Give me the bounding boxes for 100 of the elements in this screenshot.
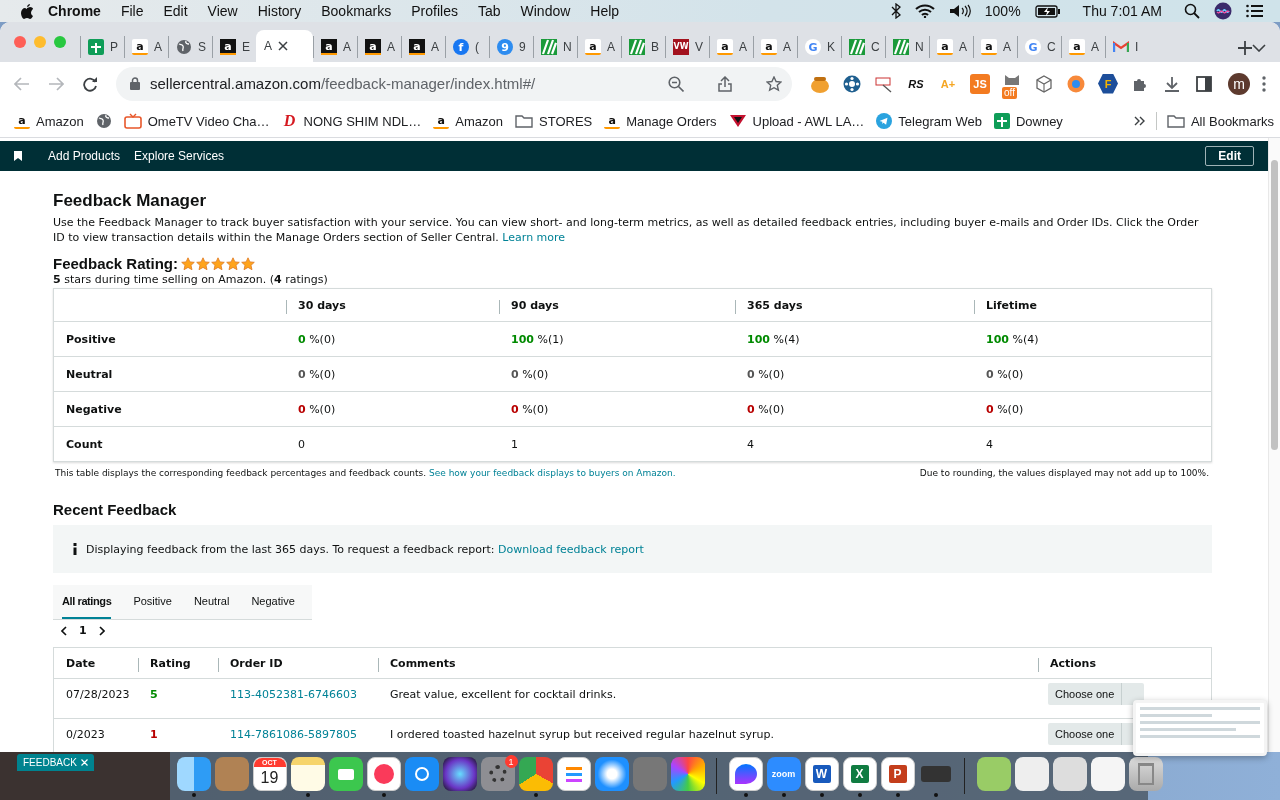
wifi-icon[interactable] [914,4,935,18]
download-report-link[interactable]: Download feedback report [497,542,644,556]
bookmark-folder[interactable]: All Bookmarks [1166,113,1274,129]
browser-tab[interactable]: A [256,30,313,62]
browser-tab[interactable]: a A [929,36,973,58]
side-panel-icon[interactable] [1196,75,1212,92]
presentation-app-icon[interactable]: P [880,757,915,791]
finder-icon[interactable] [176,757,211,791]
chevron-down-icon[interactable] [1252,44,1266,52]
bookmark[interactable]: a Amazon [14,113,84,129]
menu-item[interactable]: File [110,3,154,19]
zoom-out-icon[interactable] [668,75,684,92]
browser-tab[interactable]: a A [401,36,445,58]
feedback-tab[interactable]: FEEDBACK [17,754,94,771]
profile-avatar[interactable]: m [1228,72,1250,95]
new-tab-icon[interactable] [1238,41,1252,55]
bookmark[interactable]: Downey [993,113,1063,129]
page-number[interactable]: 1 [79,624,87,637]
menu-item[interactable]: Edit [153,3,198,19]
volume-icon[interactable] [948,4,971,18]
close-icon[interactable] [80,759,88,766]
reload-icon[interactable] [82,75,98,92]
browser-tab[interactable]: a A [313,36,357,58]
more-menu-icon[interactable] [1262,75,1266,92]
browser-tab[interactable]: a A [753,36,797,58]
scrollbar-thumb[interactable] [1271,160,1278,450]
previous-page-icon[interactable] [61,625,67,636]
more-bookmarks-icon[interactable] [1133,116,1146,126]
browser-tab[interactable]: f ( [445,36,489,58]
app-menu[interactable]: Chrome [34,3,111,19]
nav-link[interactable]: Add Products [48,149,121,163]
browser-tab[interactable]: G K [797,36,841,58]
browser-tab[interactable]: I [1105,36,1149,58]
address-bar[interactable]: sellercentral.amazon.com/feedback-manager/index.html#/ [116,66,792,101]
close-tab-icon[interactable] [278,41,288,51]
notepad-icon[interactable] [290,757,325,791]
browser-tab[interactable]: S [168,36,212,58]
browser-tab[interactable]: G C [1017,36,1061,58]
bookmark[interactable]: STORES [515,113,593,129]
menu-item[interactable]: Tab [467,3,511,19]
browser-tab[interactable]: a A [709,36,753,58]
menu-item[interactable]: Profiles [401,3,468,19]
battery-charging-icon[interactable] [1034,4,1061,18]
browser-tab[interactable]: C [841,36,885,58]
browser-tab[interactable]: a A [357,36,401,58]
search-icon[interactable] [1184,3,1200,19]
browser-tab[interactable]: a A [973,36,1017,58]
menu-item[interactable]: Bookmarks [311,3,402,19]
menu-item[interactable]: Window [510,3,581,19]
bookmark-star-icon[interactable] [766,75,782,92]
video-camera-icon[interactable] [328,757,363,791]
bookmark[interactable]: Telegram Web [876,113,982,129]
choose-action-dropdown[interactable]: Choose one [1048,683,1145,705]
document-app-icon[interactable]: W [804,757,839,791]
wheel-icon[interactable] [843,74,861,93]
browser-tab[interactable]: a E [212,36,256,58]
order-id-link[interactable]: 113-4052381-6746603 [218,679,357,701]
bluetooth-icon[interactable] [890,3,901,19]
bookmark-icon[interactable] [14,151,22,161]
menu-item[interactable]: View [197,3,248,19]
screenshot-thumbnail-toast[interactable] [1133,700,1267,756]
target-icon[interactable] [1067,74,1085,93]
order-id-link[interactable]: 114-7861086-5897805 [218,719,357,741]
gear-icon[interactable]: 1 [480,757,515,791]
control-center-icon[interactable] [1246,4,1264,18]
edit-button[interactable]: Edit [1205,146,1254,166]
bookmark[interactable]: OmeTV Video Cha… [123,113,270,129]
filter-tab[interactable]: All ratings [62,585,112,619]
sign-icon[interactable] [874,74,894,93]
browser-tab[interactable]: B [621,36,665,58]
browser-tab[interactable]: VW V [665,36,709,58]
menu-item[interactable]: Help [580,3,630,19]
honey-pot-icon[interactable] [810,74,830,93]
menu-item[interactable]: History [247,3,312,19]
bookmark[interactable] [95,113,112,129]
browser-tab[interactable]: P [80,36,124,58]
bookmark[interactable]: a Manage Orders [604,113,717,129]
clock[interactable]: Thu 7:01 AM [1082,3,1162,19]
cube-icon[interactable] [1035,74,1053,93]
bookmark[interactable]: Upload - AWL LA… [728,113,865,129]
spreadsheet-app-icon[interactable]: X [842,757,877,791]
extension-logo-icon[interactable]: F [1098,73,1118,94]
browser-tab[interactable]: a A [1061,36,1105,58]
browser-tab[interactable]: N [885,36,929,58]
browser-tab[interactable]: a A [577,36,621,58]
bookmark[interactable]: a Amazon [433,113,503,129]
extension-logo-icon[interactable]: RS [907,74,925,93]
download-icon[interactable] [1164,75,1180,92]
checklist-icon[interactable] [556,757,591,791]
trash-icon[interactable] [1128,757,1163,791]
bookmark[interactable]: D NONG SHIM NDL… [281,113,422,129]
browser-tab[interactable]: N [533,36,577,58]
next-page-icon[interactable] [98,625,105,636]
chat-bubble-icon[interactable] [728,757,763,791]
filter-tab[interactable]: Neutral [193,585,230,619]
browser-tab[interactable]: a A [124,36,168,58]
browser-tab[interactable]: 9 9 [489,36,533,58]
share-icon[interactable] [718,75,732,92]
learn-more-link[interactable]: Learn more [502,231,566,244]
filter-tab[interactable]: Negative [251,585,295,619]
